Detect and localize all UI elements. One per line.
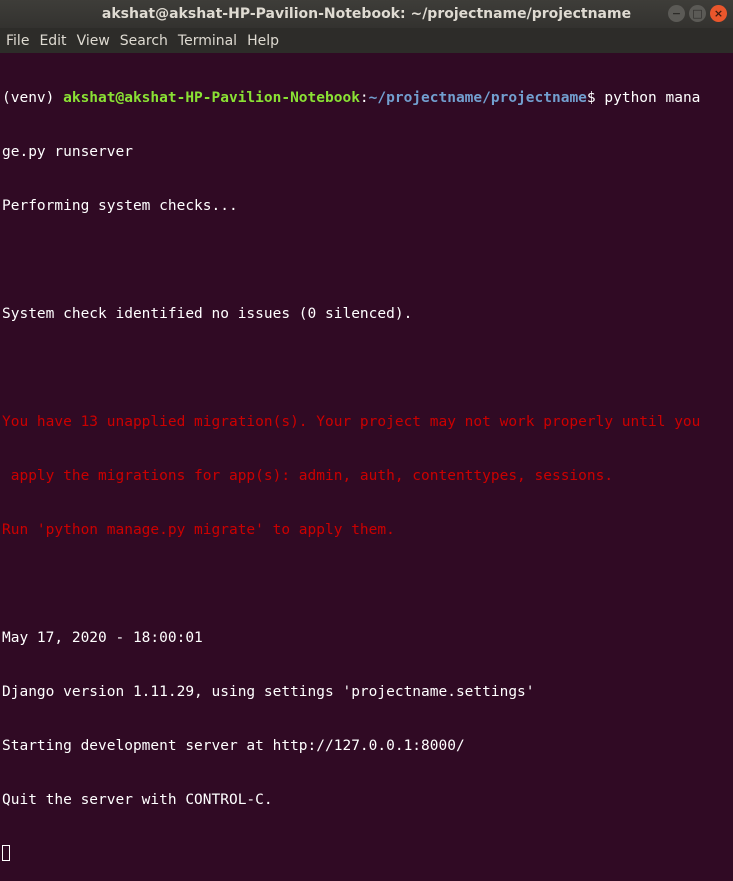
blank-line — [2, 575, 733, 593]
close-button[interactable]: × — [710, 5, 727, 22]
output-version: Django version 1.11.29, using settings '… — [2, 683, 733, 701]
blank-line — [2, 251, 733, 269]
prompt-colon: : — [360, 90, 369, 106]
command-continuation: ge.py runserver — [2, 143, 733, 161]
menu-edit[interactable]: Edit — [33, 33, 66, 49]
minimize-button[interactable]: − — [668, 5, 685, 22]
window-title: akshat@akshat-HP-Pavilion-Notebook: ~/pr… — [0, 0, 733, 28]
prompt-line: (venv) akshat@akshat-HP-Pavilion-Noteboo… — [2, 89, 733, 107]
output-quit: Quit the server with CONTROL-C. — [2, 791, 733, 809]
menu-terminal[interactable]: Terminal — [172, 33, 237, 49]
menu-search[interactable]: Search — [114, 33, 168, 49]
menu-view[interactable]: View — [71, 33, 110, 49]
command-text: python mana — [604, 90, 700, 106]
prompt-user-host: akshat@akshat-HP-Pavilion-Notebook — [63, 90, 360, 106]
menu-file[interactable]: File — [0, 33, 29, 49]
output-date: May 17, 2020 - 18:00:01 — [2, 629, 733, 647]
warning-line-1: You have 13 unapplied migration(s). Your… — [2, 413, 733, 431]
output-server: Starting development server at http://12… — [2, 737, 733, 755]
warning-line-3: Run 'python manage.py migrate' to apply … — [2, 521, 733, 539]
menu-help[interactable]: Help — [241, 33, 279, 49]
warning-line-2: apply the migrations for app(s): admin, … — [2, 467, 733, 485]
output-no-issues: System check identified no issues (0 sil… — [2, 305, 733, 323]
text-cursor — [2, 845, 10, 861]
venv-label: (venv) — [2, 90, 63, 106]
window-controls: − □ × — [668, 5, 727, 22]
prompt-path: ~/projectname/projectname — [369, 90, 587, 106]
menu-bar: File Edit View Search Terminal Help — [0, 28, 733, 53]
cursor-line — [2, 845, 733, 863]
blank-line — [2, 359, 733, 377]
terminal-output[interactable]: (venv) akshat@akshat-HP-Pavilion-Noteboo… — [2, 53, 733, 486]
prompt-symbol: $ — [587, 90, 604, 106]
output-checks: Performing system checks... — [2, 197, 733, 215]
title-bar[interactable]: akshat@akshat-HP-Pavilion-Notebook: ~/pr… — [0, 0, 733, 28]
maximize-button[interactable]: □ — [689, 5, 706, 22]
